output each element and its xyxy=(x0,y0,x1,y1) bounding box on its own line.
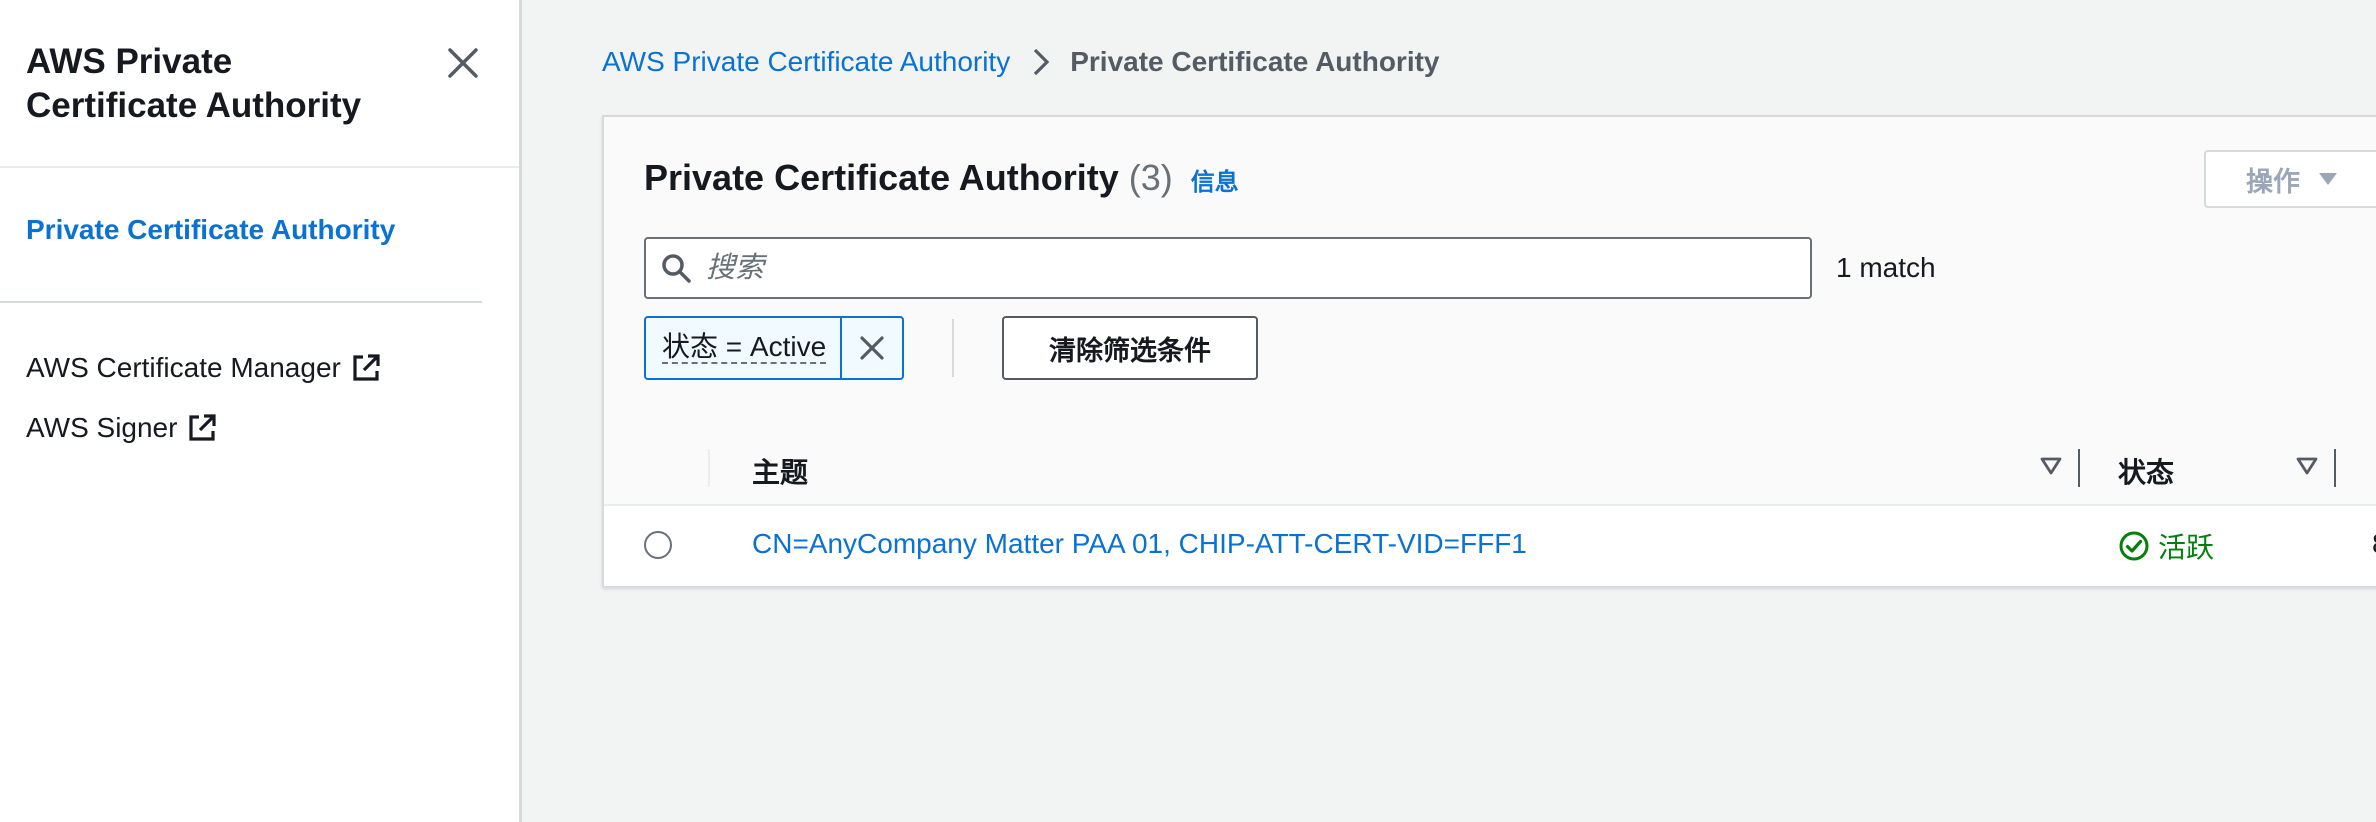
sidebar-link-label: AWS Signer xyxy=(26,412,178,443)
caret-down-icon xyxy=(2319,173,2337,185)
info-link[interactable]: 信息 xyxy=(1191,162,1239,197)
match-count: 1 match xyxy=(1836,252,1936,283)
sort-icon[interactable] xyxy=(2296,456,2318,476)
search-field[interactable] xyxy=(644,237,1812,299)
item-count: (3) xyxy=(1128,157,1173,198)
actions-dropdown-button[interactable]: 操作 xyxy=(2204,150,2376,208)
filter-token-label[interactable]: 状态 = Active xyxy=(646,318,840,378)
ca-subject-link[interactable]: CN=AnyCompany Matter PAA 01, CHIP-ATT-CE… xyxy=(752,528,1527,560)
sort-icon[interactable] xyxy=(2040,456,2062,476)
table-header-area: Private Certificate Authority (3) 信息 操作 … xyxy=(604,117,2376,431)
external-link-icon xyxy=(189,414,217,441)
sidebar-link-certificate-manager[interactable]: AWS Certificate Manager xyxy=(26,352,381,384)
row-select-radio[interactable] xyxy=(644,531,672,559)
search-input[interactable] xyxy=(704,250,1788,286)
actions-button-label: 操作 xyxy=(2246,166,2300,197)
remove-filter-button[interactable] xyxy=(840,318,902,378)
check-circle-icon xyxy=(2119,531,2149,561)
table-row: CN=AnyCompany Matter PAA 01, CHIP-ATT-CE… xyxy=(604,506,2376,586)
chevron-right-icon xyxy=(1032,47,1050,77)
breadcrumb-link-private-ca[interactable]: AWS Private Certificate Authority xyxy=(602,46,1010,78)
column-resizer[interactable] xyxy=(2078,449,2080,487)
close-icon[interactable] xyxy=(440,40,486,86)
status-badge: 活跃 xyxy=(2118,526,2214,566)
ca-table-container: Private Certificate Authority (3) 信息 操作 … xyxy=(602,115,2376,587)
sidebar-divider xyxy=(0,301,482,303)
sidebar-link-signer[interactable]: AWS Signer xyxy=(26,412,217,444)
table-header-row: 主题 状态 xyxy=(604,429,2376,506)
search-icon xyxy=(660,252,692,284)
status-text: 活跃 xyxy=(2158,532,2215,563)
column-resizer[interactable] xyxy=(2334,449,2336,487)
filter-divider xyxy=(952,319,954,377)
breadcrumb: AWS Private Certificate Authority Privat… xyxy=(602,43,1440,81)
column-header-status[interactable]: 状态 xyxy=(2118,451,2174,491)
panel-title-text: Private Certificate Authority xyxy=(644,157,1119,198)
truncated-cell: 8 xyxy=(2372,528,2376,560)
sidebar-link-label: AWS Certificate Manager xyxy=(26,352,341,383)
page-title: Private Certificate Authority (3) 信息 xyxy=(644,157,1239,199)
column-header-subject[interactable]: 主题 xyxy=(752,451,808,491)
external-link-icon xyxy=(353,354,380,381)
breadcrumb-current: Private Certificate Authority xyxy=(1070,46,1440,77)
column-divider xyxy=(708,449,710,487)
sidebar-title: AWS Private Certificate Authority xyxy=(26,42,362,125)
filter-token-text: 状态 = Active xyxy=(662,331,827,364)
sidebar-item-private-ca[interactable]: Private Certificate Authority xyxy=(26,214,395,246)
clear-filters-button[interactable]: 清除筛选条件 xyxy=(1002,316,1258,380)
close-icon xyxy=(860,336,884,360)
filter-token: 状态 = Active xyxy=(644,316,904,380)
sidebar-divider xyxy=(0,166,519,168)
side-navigation: AWS Private Certificate Authority Privat… xyxy=(0,0,522,822)
